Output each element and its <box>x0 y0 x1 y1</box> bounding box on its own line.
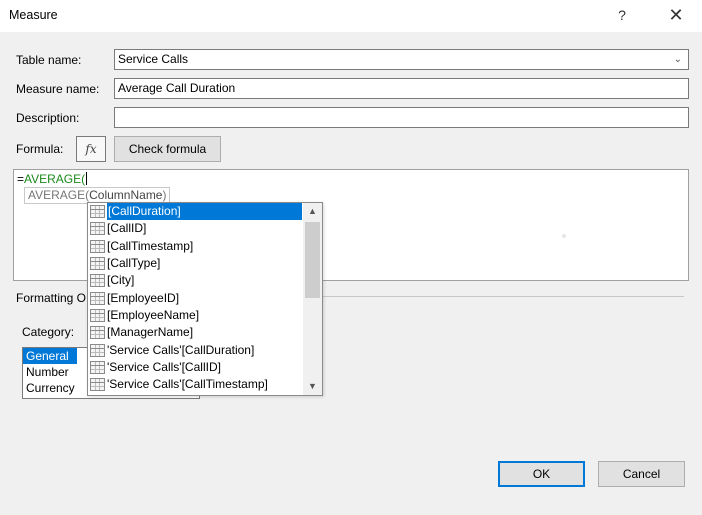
table-name-label: Table name: <box>16 53 82 67</box>
chevron-down-icon[interactable]: ⌄ <box>674 50 682 69</box>
column-icon <box>90 222 105 236</box>
autocomplete-item-label: 'Service Calls'[CallID] <box>107 359 221 374</box>
close-button[interactable]: ✕ <box>664 5 688 27</box>
autocomplete-item-label: [ManagerName] <box>107 325 194 340</box>
autocomplete-item[interactable]: [ManagerName] <box>88 324 302 341</box>
measure-name-field[interactable]: Average Call Duration <box>114 78 689 99</box>
autocomplete-item-label: [EmployeeID] <box>107 290 180 305</box>
autocomplete-item[interactable]: [CallID] <box>88 220 302 237</box>
category-label: Category: <box>22 325 75 339</box>
scroll-up-icon[interactable]: ▲ <box>303 203 322 220</box>
table-name-value: Service Calls <box>118 52 189 66</box>
formula-prefix: = <box>17 172 25 186</box>
autocomplete-item[interactable]: 'Service Calls'[CallDuration] <box>88 341 302 358</box>
description-label: Description: <box>16 111 80 125</box>
column-icon <box>90 291 105 305</box>
autocomplete-item[interactable]: [CallTimestamp] <box>88 238 302 255</box>
autocomplete-item[interactable]: 'Service Calls'[CallID] <box>88 359 302 376</box>
fx-icon: fx <box>85 142 97 156</box>
tooltip-argument: ColumnName <box>89 188 163 202</box>
autocomplete-item[interactable]: [EmployeeID] <box>88 289 302 306</box>
column-icon <box>90 378 105 392</box>
cancel-button[interactable]: Cancel <box>598 461 685 487</box>
autocomplete-item-label: [CallID] <box>107 221 147 236</box>
help-button[interactable]: ? <box>612 5 632 25</box>
dialog-title: Measure <box>9 8 58 22</box>
autocomplete-item-label: 'Service Calls'[CallDuration] <box>107 342 255 357</box>
table-name-combobox[interactable]: Service Calls ⌄ <box>114 49 689 70</box>
insert-function-button[interactable]: fx <box>76 136 106 162</box>
tooltip-close: ) <box>162 188 167 202</box>
measure-name-value: Average Call Duration <box>118 81 236 95</box>
scroll-down-icon[interactable]: ▼ <box>303 378 322 395</box>
section-divider <box>286 296 684 297</box>
autocomplete-item[interactable]: [City] <box>88 272 302 289</box>
tooltip-function: AVERAGE( <box>28 188 90 202</box>
title-bar: Measure ? ✕ <box>0 0 702 32</box>
column-icon <box>90 360 105 374</box>
check-formula-button[interactable]: Check formula <box>114 136 221 162</box>
category-item-general[interactable]: General <box>23 348 77 364</box>
editor-dot <box>562 234 566 238</box>
formula-text: =AVERAGE( <box>17 172 88 186</box>
description-field[interactable] <box>114 107 689 128</box>
autocomplete-item[interactable]: [CallDuration] <box>88 203 302 221</box>
column-icon <box>90 257 105 271</box>
autocomplete-item-label: [City] <box>107 273 135 288</box>
autocomplete-item-label: [EmployeeName] <box>107 307 200 322</box>
autocomplete-item[interactable]: [CallType] <box>88 255 302 272</box>
formatting-options-label: Formatting O <box>16 291 87 305</box>
autocomplete-item-label: [CallTimestamp] <box>107 238 194 253</box>
formula-function: AVERAGE( <box>24 172 86 186</box>
scroll-thumb[interactable] <box>305 222 320 298</box>
autocomplete-popup[interactable]: [CallDuration] [CallID] [CallTimestamp] … <box>87 202 323 396</box>
ok-button[interactable]: OK <box>498 461 585 487</box>
column-icon <box>90 308 105 322</box>
column-icon <box>90 343 105 357</box>
column-icon <box>90 326 105 340</box>
measure-name-label: Measure name: <box>16 82 100 96</box>
column-icon <box>90 205 105 219</box>
column-icon <box>90 239 105 253</box>
autocomplete-item-label: [CallType] <box>107 256 161 271</box>
text-caret <box>86 172 88 185</box>
autocomplete-item-label: 'Service Calls'[CallTimestamp] <box>107 377 268 392</box>
autocomplete-item[interactable]: [EmployeeName] <box>88 307 302 324</box>
column-icon <box>90 274 105 288</box>
popup-scrollbar[interactable]: ▲ ▼ <box>303 203 322 395</box>
formula-label: Formula: <box>16 142 64 156</box>
autocomplete-item[interactable]: 'Service Calls'[CallTimestamp] <box>88 376 302 393</box>
autocomplete-item-label: [CallDuration] <box>107 203 302 221</box>
